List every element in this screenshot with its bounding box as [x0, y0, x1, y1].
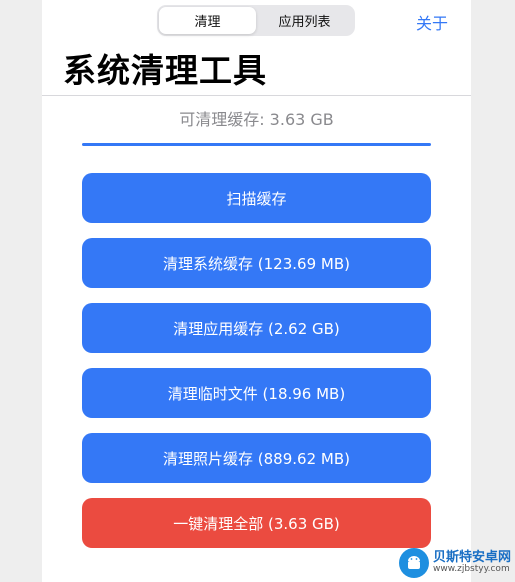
clean-photo-cache-button[interactable]: 清理照片缓存 (889.62 MB): [82, 433, 431, 483]
app-screen: 清理 应用列表 关于 系统清理工具 可清理缓存: 3.63 GB 扫描缓存 清理…: [42, 0, 471, 582]
scan-cache-button[interactable]: 扫描缓存: [82, 173, 431, 223]
progress-fill: [82, 143, 431, 146]
left-margin: [0, 0, 42, 582]
tab-clean[interactable]: 清理: [159, 7, 256, 34]
action-list: 扫描缓存 清理系统缓存 (123.69 MB) 清理应用缓存 (2.62 GB)…: [82, 173, 431, 563]
page: 清理 应用列表 关于 系统清理工具 可清理缓存: 3.63 GB 扫描缓存 清理…: [0, 0, 515, 582]
watermark: 贝斯特安卓网 www.zjbstyy.com: [398, 548, 511, 578]
clean-app-cache-button[interactable]: 清理应用缓存 (2.62 GB): [82, 303, 431, 353]
header-divider: [42, 95, 471, 96]
watermark-name: 贝斯特安卓网: [432, 549, 511, 565]
page-title: 系统清理工具: [63, 51, 267, 90]
tab-app-list[interactable]: 应用列表: [256, 7, 353, 34]
clean-temp-files-button[interactable]: 清理临时文件 (18.96 MB): [82, 368, 431, 418]
watermark-url: www.zjbstyy.com: [432, 564, 510, 575]
progress-bar: [82, 143, 431, 146]
segmented-control: 清理 应用列表: [157, 5, 355, 36]
clean-all-button[interactable]: 一键清理全部 (3.63 GB): [82, 498, 431, 548]
clean-system-cache-button[interactable]: 清理系统缓存 (123.69 MB): [82, 238, 431, 288]
right-margin: [471, 0, 515, 582]
cleanable-cache-summary: 可清理缓存: 3.63 GB: [179, 110, 334, 129]
about-button[interactable]: 关于: [416, 10, 448, 34]
android-robot-icon: [398, 548, 429, 578]
